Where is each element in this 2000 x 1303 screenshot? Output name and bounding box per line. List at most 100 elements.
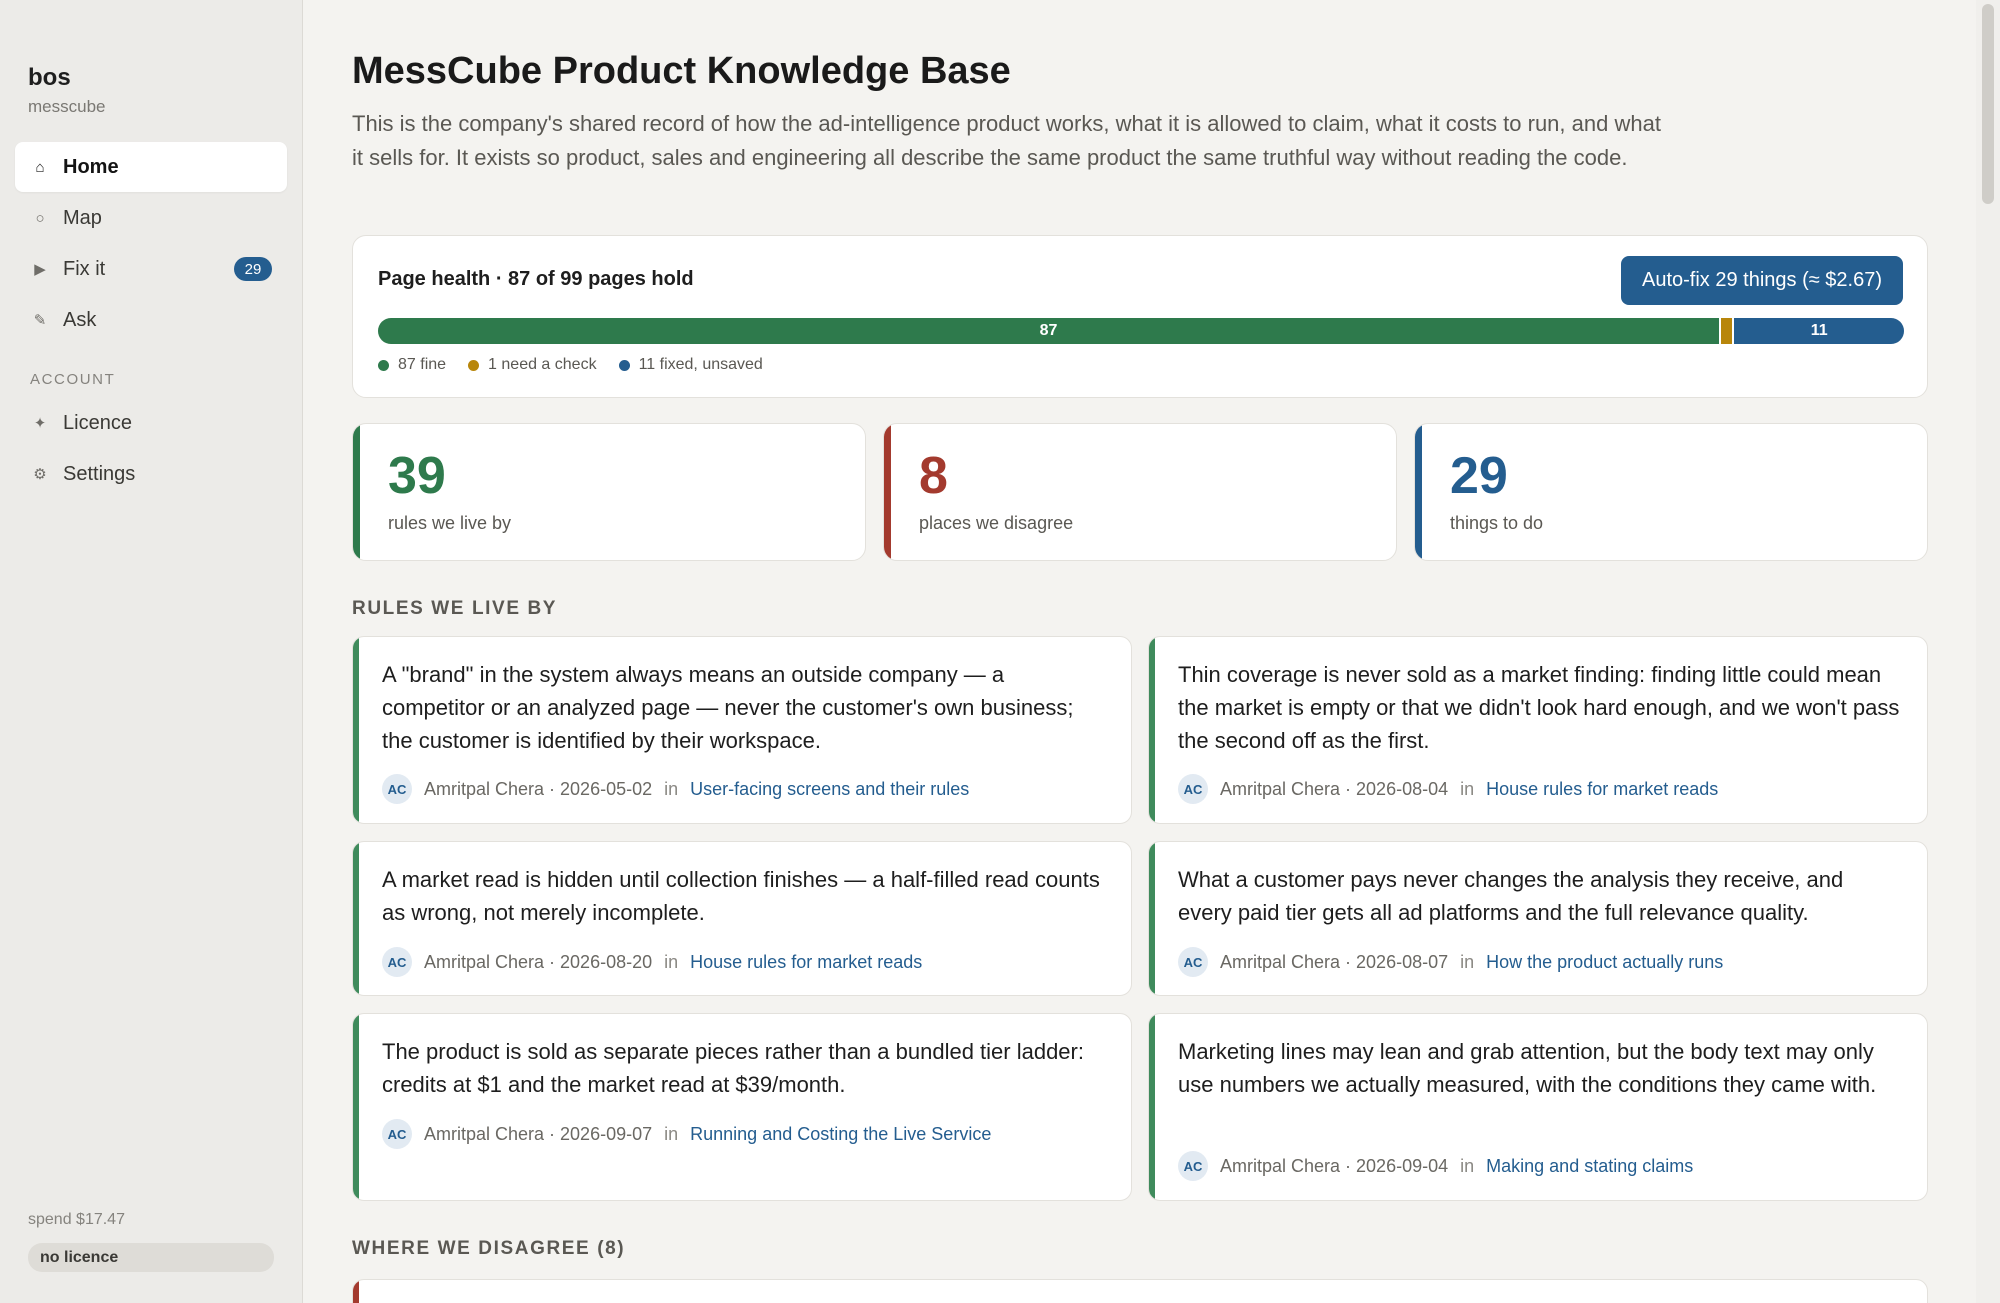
sidebar-item-fix-it[interactable]: ▶ Fix it 29 [15,244,287,294]
sidebar-item-label: Settings [63,462,136,485]
health-legend: 87 fine 1 need a check 11 fixed, unsaved [378,356,785,374]
rule-meta-in: in [664,1123,679,1144]
rule-page-link[interactable]: How the product actually runs [1486,952,1723,973]
legend-dot [378,359,389,371]
stat-card-rules[interactable]: 39 rules we live by [352,423,866,561]
rules-section-heading: RULES WE LIVE BY [352,598,558,619]
scrollbar-thumb[interactable] [1982,4,1994,204]
rule-author-date: Amritpal Chera · 2026-08-07 [1220,951,1449,972]
stat-value: 8 [919,447,948,505]
sidebar-item-label: Map [63,206,102,229]
map-icon: ○ [35,209,45,227]
rule-page-link[interactable]: User-facing screens and their rules [690,779,969,800]
sidebar-item-map[interactable]: ○ Map [15,193,287,243]
rule-page-link[interactable]: Running and Costing the Live Service [690,1124,991,1145]
disagreement-card[interactable] [352,1279,1928,1303]
rule-card[interactable]: A market read is hidden until collection… [352,841,1132,996]
sidebar-item-label: Home [63,155,119,178]
page-intro: This is the company's shared record of h… [352,111,1661,170]
play-icon: ▶ [34,261,46,278]
legend-dot [468,359,480,371]
page-health-title: Page health · 87 of 99 pages hold [378,268,694,290]
legend-label: 11 fixed, unsaved [638,356,763,373]
rule-accent [1149,637,1155,823]
rule-meta-in: in [664,778,679,799]
gear-icon: ⚙ [33,466,47,483]
rule-meta: AC Amritpal Chera · 2026-08-04 in House … [1178,774,1718,804]
account-section-heading: ACCOUNT [30,371,116,388]
rule-meta: AC Amritpal Chera · 2026-08-07 in How th… [1178,947,1723,977]
rule-meta: AC Amritpal Chera · 2026-08-20 in House … [382,947,922,977]
disagreement-accent [353,1280,359,1303]
sidebar: bos messcube ⌂ Home ○ Map ▶ Fix it 29 ✎ … [0,0,303,1303]
sidebar-item-label: Licence [63,411,132,434]
sidebar-item-label: Ask [63,308,97,331]
pencil-icon: ✎ [33,312,47,329]
rule-text: A market read is hidden until collection… [382,867,1100,925]
rule-meta: AC Amritpal Chera · 2026-09-04 in Making… [1178,1151,1693,1181]
legend-item-fixed: 11 fixed, unsaved [618,356,763,374]
rule-page-link[interactable]: House rules for market reads [690,952,922,973]
sidebar-item-label: Fix it [63,257,106,280]
rule-author-date: Amritpal Chera · 2026-08-04 [1220,778,1449,799]
legend-label: 87 fine [398,356,447,373]
rule-meta: AC Amritpal Chera · 2026-09-07 in Runnin… [382,1119,991,1149]
rule-text: A "brand" in the system always means an … [382,662,1074,753]
rule-accent [1149,1014,1155,1200]
legend-item-check: 1 need a check [468,356,597,374]
rule-card[interactable]: The product is sold as separate pieces r… [352,1013,1132,1201]
sidebar-item-settings[interactable]: ⚙ Settings [15,449,287,499]
rule-card[interactable]: What a customer pays never changes the a… [1148,841,1928,996]
rule-meta-in: in [1460,951,1475,972]
rule-card[interactable]: Thin coverage is never sold as a market … [1148,636,1928,824]
disagree-section-heading: WHERE WE DISAGREE (8) [352,1238,626,1259]
avatar: AC [382,774,412,804]
stats-row: 39 rules we live by 8 places we disagree… [352,423,1928,561]
rule-meta-in: in [664,951,679,972]
rule-text: Marketing lines may lean and grab attent… [1178,1039,1877,1097]
avatar: AC [382,1119,412,1149]
rule-author-date: Amritpal Chera · 2026-09-04 [1220,1155,1449,1176]
rule-text: The product is sold as separate pieces r… [382,1039,1084,1097]
rule-page-link[interactable]: Making and stating claims [1486,1156,1693,1177]
fix-count-badge: 29 [234,257,272,281]
sidebar-item-home[interactable]: ⌂ Home [15,142,287,192]
stat-card-todo[interactable]: 29 things to do [1414,423,1928,561]
stat-label: things to do [1450,513,1544,533]
sidebar-item-ask[interactable]: ✎ Ask [15,295,287,345]
rule-accent [353,1014,359,1200]
sidebar-nav: ⌂ Home ○ Map ▶ Fix it 29 ✎ Ask ACCOUNT ✦… [15,142,287,500]
rule-page-link[interactable]: House rules for market reads [1486,779,1718,800]
spend-total: spend $17.47 [28,1211,125,1228]
legend-label: 1 need a check [488,356,597,373]
page-scrollbar[interactable] [1976,0,2000,1303]
auto-fix-button[interactable]: Auto-fix 29 things (≈ $2.67) [1621,256,1903,305]
rule-accent [1149,842,1155,995]
legend-item-fine: 87 fine [378,356,446,374]
sidebar-item-licence[interactable]: ✦ Licence [15,398,287,448]
avatar: AC [1178,947,1208,977]
rule-author-date: Amritpal Chera · 2026-05-02 [424,778,653,799]
rule-text: What a customer pays never changes the a… [1178,867,1844,925]
rule-card[interactable]: A "brand" in the system always means an … [352,636,1132,824]
home-icon: ⌂ [35,158,45,176]
brand-name: bos [28,64,71,91]
rule-author-date: Amritpal Chera · 2026-09-07 [424,1123,653,1144]
rule-card[interactable]: Marketing lines may lean and grab attent… [1148,1013,1928,1201]
avatar: AC [1178,774,1208,804]
health-segment-fine: 87 [378,318,1720,344]
rule-accent [353,842,359,995]
avatar: AC [1178,1151,1208,1181]
health-segment-fixed: 11 [1734,318,1904,344]
sparkle-icon: ✦ [33,415,47,432]
licence-status-pill[interactable]: no licence [28,1243,274,1272]
workspace-name: messcube [28,97,106,116]
page-health-card: Page health · 87 of 99 pages hold Auto-f… [352,235,1928,398]
stat-label: rules we live by [388,513,512,533]
page-title: MessCube Product Knowledge Base [352,50,1011,92]
stat-card-disagreements[interactable]: 8 places we disagree [883,423,1397,561]
rule-meta-in: in [1460,778,1475,799]
rule-meta-in: in [1460,1155,1475,1176]
rule-text: Thin coverage is never sold as a market … [1178,662,1900,753]
stat-accent [1415,424,1422,560]
